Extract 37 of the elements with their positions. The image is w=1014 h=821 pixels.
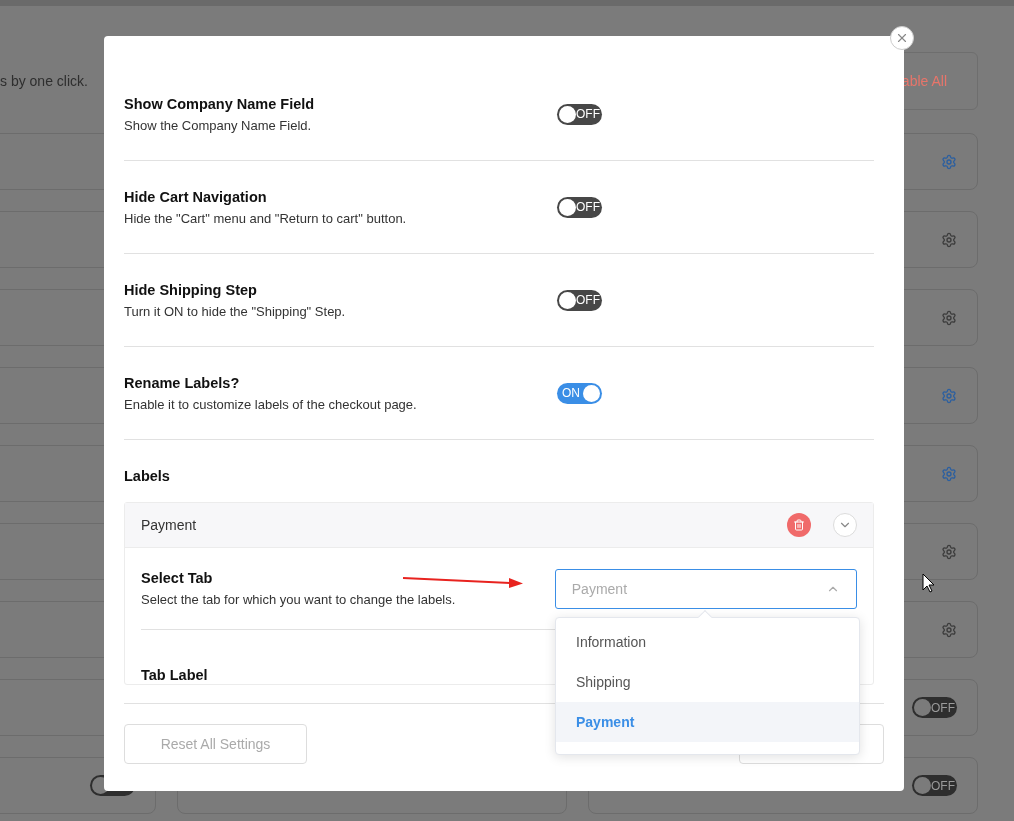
- settings-icon[interactable]: [941, 309, 957, 326]
- accordion-title: Payment: [141, 517, 198, 533]
- close-button[interactable]: [890, 26, 914, 50]
- setting-description: Turn it ON to hide the "Shipping" Step.: [124, 303, 346, 319]
- section-heading: Labels: [124, 467, 171, 486]
- toggle-switch[interactable]: OFF: [557, 103, 602, 125]
- setting-description: Enable it to customize labels of the checkout page.: [124, 396, 417, 412]
- dropdown-option[interactable]: Payment: [556, 702, 859, 742]
- settings-icon[interactable]: [941, 465, 957, 482]
- trash-icon: [793, 519, 805, 531]
- toggle-switch[interactable]: OFF: [912, 775, 957, 796]
- field-description: Select the tab for which you want to change the labels.: [141, 592, 456, 607]
- delete-button[interactable]: [787, 513, 811, 537]
- toggle-switch[interactable]: OFF: [912, 697, 957, 718]
- expand-button[interactable]: [833, 513, 857, 537]
- toggle-switch[interactable]: OFF: [557, 289, 602, 311]
- field-title: Select Tab: [141, 570, 213, 586]
- setting-title: Hide Cart Navigation: [124, 188, 267, 205]
- settings-icon[interactable]: [941, 231, 957, 248]
- settings-icon[interactable]: [941, 543, 957, 560]
- settings-icon[interactable]: [941, 387, 957, 404]
- setting-title: Hide Shipping Step: [124, 281, 257, 298]
- cursor-icon: [922, 573, 936, 593]
- toggle-switch[interactable]: OFF: [557, 196, 602, 218]
- dropdown-option[interactable]: Shipping: [556, 662, 859, 702]
- settings-icon[interactable]: [941, 621, 957, 638]
- field-title: Tab Label: [141, 667, 208, 683]
- dropdown-option[interactable]: Information: [556, 622, 859, 662]
- setting-title: Show Company Name Field: [124, 95, 315, 112]
- close-icon: [895, 31, 909, 45]
- setting-description: Show the Company Name Field.: [124, 117, 312, 133]
- accordion-header[interactable]: Payment: [125, 503, 873, 548]
- page-subtitle: s by one click.: [0, 73, 88, 89]
- settings-icon[interactable]: [941, 153, 957, 170]
- setting-description: Hide the "Cart" menu and "Return to cart" button.: [124, 210, 407, 226]
- setting-title: Rename Labels?: [124, 374, 240, 391]
- toggle-switch[interactable]: ON: [557, 382, 602, 404]
